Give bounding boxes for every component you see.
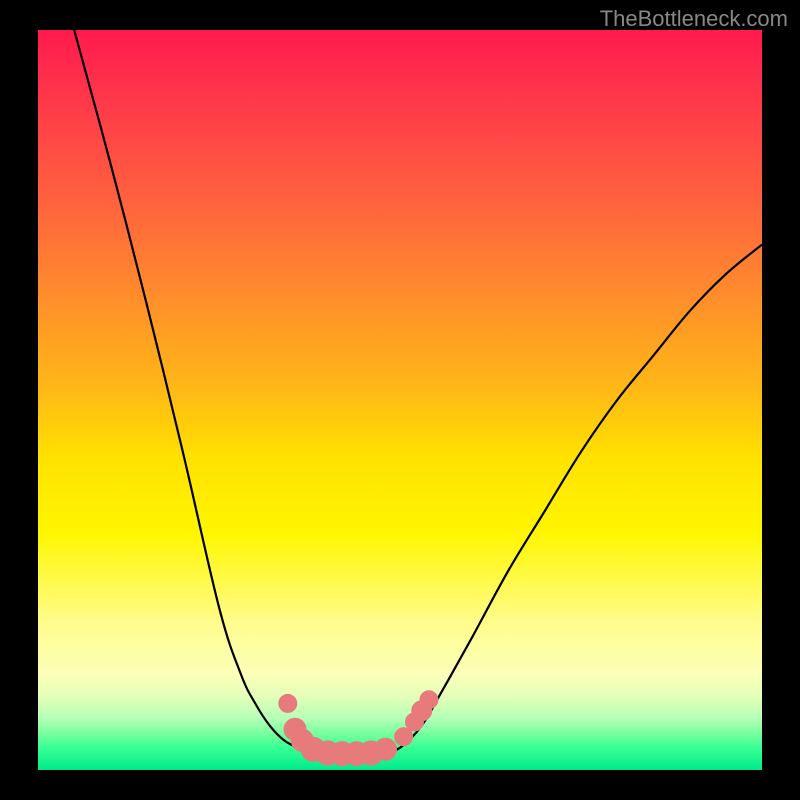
chart-svg <box>38 30 762 770</box>
chart-plot-area <box>38 30 762 770</box>
curve-curve-left <box>74 30 313 752</box>
watermark-text: TheBottleneck.com <box>600 6 788 32</box>
marker-point <box>395 728 413 746</box>
marker-point <box>375 738 397 760</box>
marker-point <box>420 691 438 709</box>
curve-curve-right <box>386 245 762 752</box>
marker-point <box>279 694 297 712</box>
